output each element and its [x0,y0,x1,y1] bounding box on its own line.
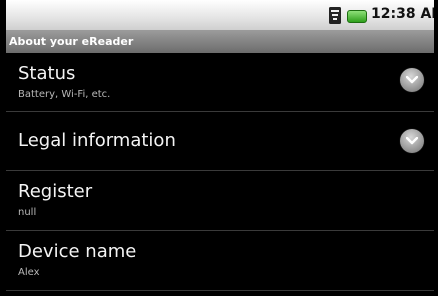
title-bar: About your eReader [6,31,434,53]
settings-list: Status Battery, Wi-Fi, etc. Legal inform… [6,53,434,291]
list-item-title: Legal information [18,130,176,151]
list-item-status[interactable]: Status Battery, Wi-Fi, etc. [6,53,434,112]
list-item-title: Device name [18,241,137,262]
list-item-subtitle: Alex [18,267,40,278]
screen: 12:38 AM About your eReader Status Batte… [6,0,434,296]
status-bar: 12:38 AM [6,0,434,31]
chevron-down-circle-icon [400,68,424,92]
signal-icon [329,7,341,24]
battery-icon [347,10,367,23]
list-item-title: Status [18,63,76,84]
list-item-title: Register [18,181,93,202]
list-item-device-name[interactable]: Device name Alex [6,231,434,291]
list-item-register[interactable]: Register null [6,171,434,231]
clock: 12:38 AM [371,6,434,22]
page-title: About your eReader [9,35,134,48]
list-item-subtitle: null [18,207,37,218]
chevron-down-circle-icon [400,129,424,153]
list-item-legal-information[interactable]: Legal information [6,112,434,171]
list-item-subtitle: Battery, Wi-Fi, etc. [18,89,111,100]
